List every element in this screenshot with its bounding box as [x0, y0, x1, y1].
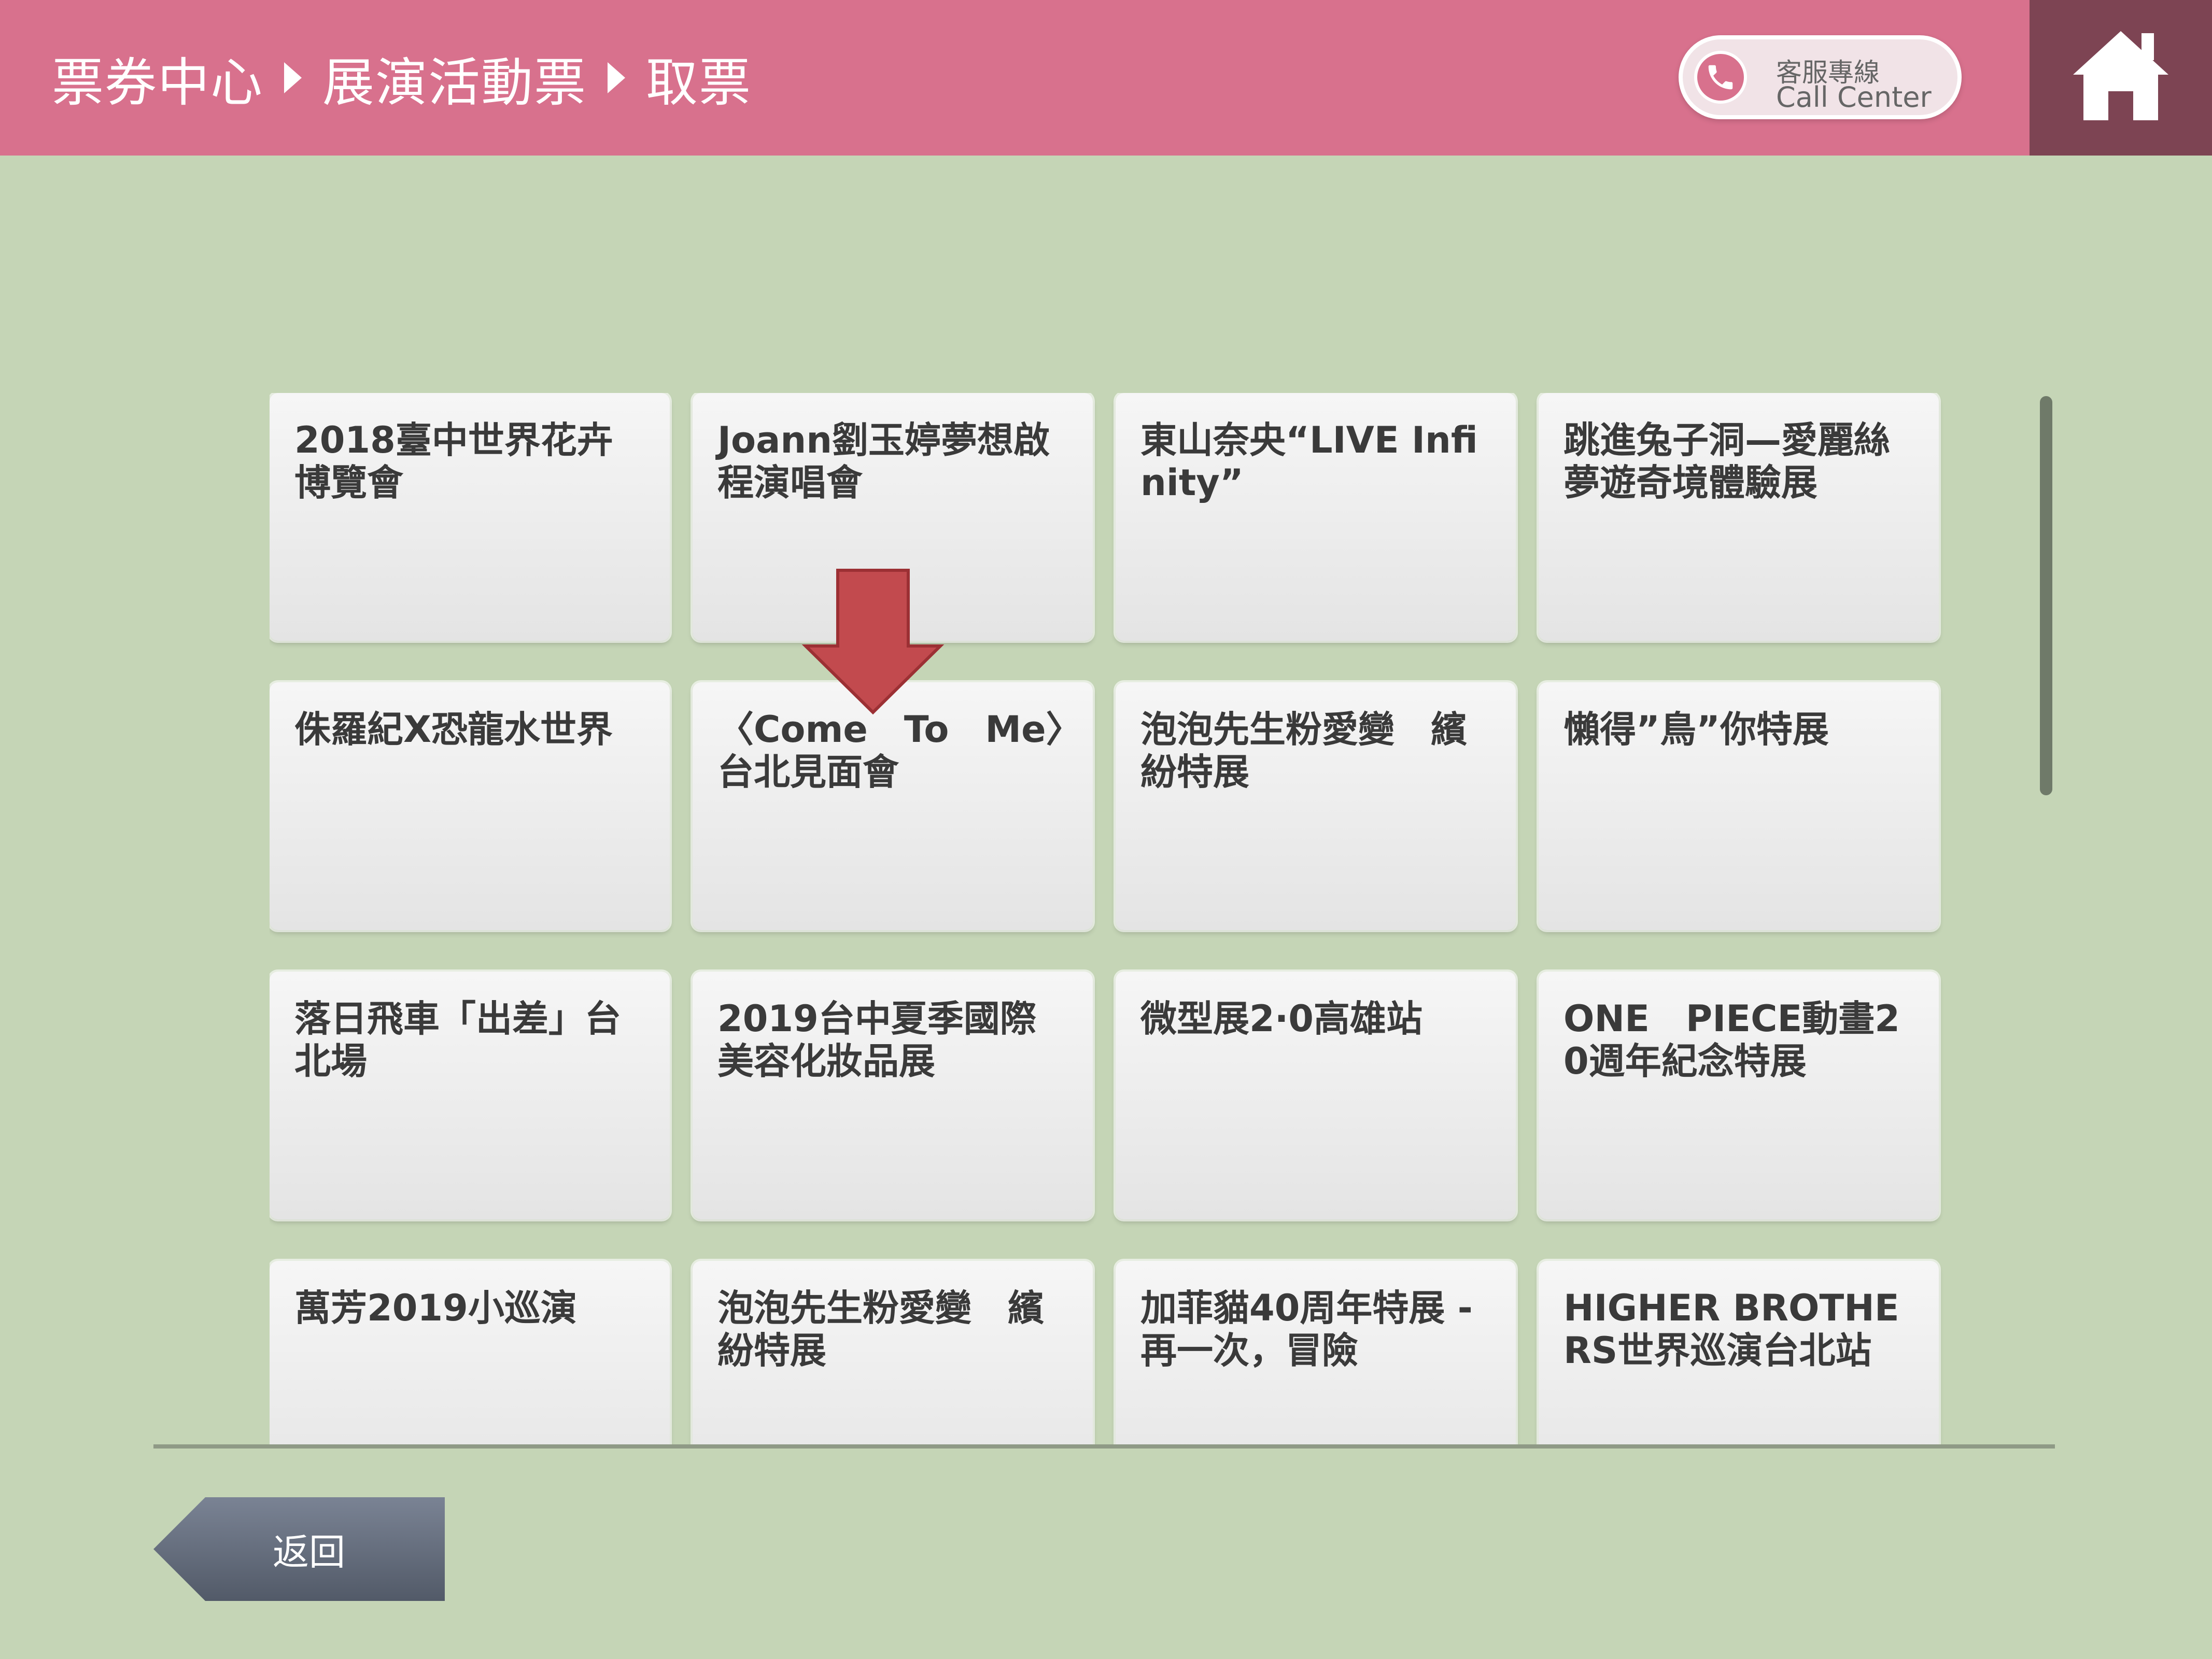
event-title: 〈Come To Me〉台北見面會	[717, 708, 1064, 793]
home-icon	[2073, 31, 2168, 120]
pointer-arrow-icon	[801, 568, 945, 718]
event-title: 侏羅紀X恐龍水世界	[294, 708, 613, 751]
breadcrumb-separator-icon	[284, 62, 302, 93]
scrollbar[interactable]	[2040, 396, 2052, 795]
event-title: Joann劉玉婷夢想啟程演唱會	[717, 419, 1050, 504]
event-title: HIGHER BROTHERS世界巡演台北站	[1563, 1287, 1899, 1372]
event-title: 微型展2·0高雄站	[1140, 997, 1423, 1040]
call-center-label-en: Call Center	[1776, 81, 1932, 114]
event-card[interactable]: 泡泡先生粉愛變 繽紛特展	[693, 1261, 1093, 1444]
event-title: 2019台中夏季國際美容化妝品展	[717, 997, 1036, 1082]
event-title: 萬芳2019小巡演	[294, 1287, 577, 1329]
event-title: 泡泡先生粉愛變 繽紛特展	[1140, 708, 1467, 793]
breadcrumb-item-ticket-center[interactable]: 票券中心	[52, 40, 263, 116]
event-card[interactable]: 加菲貓40周年特展 - 再一次，冒險	[1116, 1261, 1516, 1444]
event-card[interactable]: 跳進兔子洞—愛麗絲夢遊奇境體驗展	[1539, 393, 1939, 641]
event-card[interactable]: 懶得”鳥”你特展	[1539, 682, 1939, 930]
call-center-button[interactable]: 客服專線 Call Center	[1679, 35, 1962, 119]
home-button[interactable]	[2030, 0, 2212, 156]
event-card[interactable]: 2019台中夏季國際美容化妝品展	[693, 972, 1093, 1219]
event-card[interactable]: HIGHER BROTHERS世界巡演台北站	[1539, 1261, 1939, 1444]
event-card[interactable]: 侏羅紀X恐龍水世界	[270, 682, 670, 930]
event-card[interactable]: 泡泡先生粉愛變 繽紛特展	[1116, 682, 1516, 930]
event-title: 落日飛車「出差」台北場	[294, 997, 621, 1082]
event-title: 跳進兔子洞—愛麗絲夢遊奇境體驗展	[1563, 419, 1890, 504]
event-card[interactable]: 萬芳2019小巡演	[270, 1261, 670, 1444]
event-card[interactable]: 東山奈央“LIVE Infinity”	[1116, 393, 1516, 641]
back-button-label: 返回	[273, 1530, 345, 1573]
footer-divider	[153, 1444, 2055, 1449]
breadcrumb: 票券中心 展演活動票 取票	[52, 0, 752, 156]
event-title: 加菲貓40周年特展 - 再一次，冒險	[1140, 1287, 1473, 1372]
event-card[interactable]: 落日飛車「出差」台北場	[270, 972, 670, 1219]
event-title: 東山奈央“LIVE Infinity”	[1140, 419, 1478, 504]
event-card[interactable]: 〈Come To Me〉台北見面會	[693, 682, 1093, 930]
event-title: ONE PIECE動畫20週年紀念特展	[1563, 997, 1900, 1082]
event-card[interactable]: 2018臺中世界花卉博覽會	[270, 393, 670, 641]
phone-icon	[1694, 51, 1747, 104]
event-title: 泡泡先生粉愛變 繽紛特展	[717, 1287, 1044, 1372]
event-grid: 2018臺中世界花卉博覽會 Joann劉玉婷夢想啟程演唱會 東山奈央“LIVE …	[270, 393, 1944, 1444]
breadcrumb-separator-icon	[608, 62, 625, 93]
event-title: 2018臺中世界花卉博覽會	[294, 419, 613, 504]
header-bar: 票券中心 展演活動票 取票 客服專線 Call Center	[0, 0, 2212, 156]
event-card[interactable]: ONE PIECE動畫20週年紀念特展	[1539, 972, 1939, 1219]
breadcrumb-item-pickup: 取票	[646, 52, 752, 113]
event-card[interactable]: 微型展2·0高雄站	[1116, 972, 1516, 1219]
back-button[interactable]: 返回	[153, 1497, 449, 1601]
breadcrumb-item-event-tickets[interactable]: 展演活動票	[322, 40, 587, 116]
event-title: 懶得”鳥”你特展	[1563, 708, 1829, 751]
